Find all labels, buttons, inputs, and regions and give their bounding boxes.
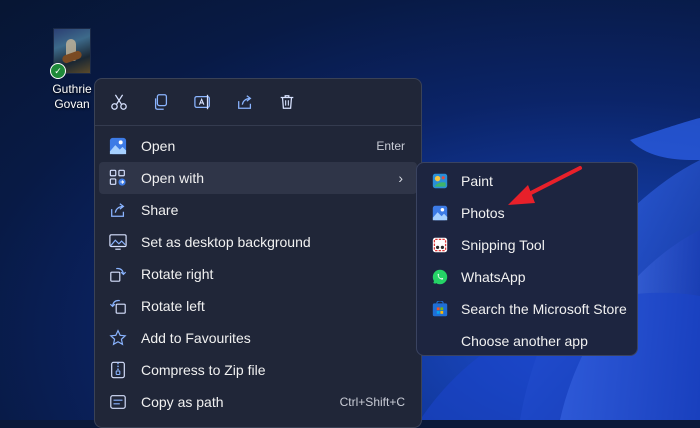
submenu-item-label: WhatsApp xyxy=(461,269,526,285)
menu-item-label: Rotate right xyxy=(141,266,214,282)
menu-item-copy-as-path[interactable]: Copy as path Ctrl+Shift+C xyxy=(99,386,417,418)
delete-button[interactable] xyxy=(275,90,299,114)
file-name-label: Guthrie Govan xyxy=(52,82,92,111)
menu-item-shortcut: Ctrl+Shift+C xyxy=(339,395,405,409)
submenu-item-whatsapp[interactable]: WhatsApp xyxy=(417,261,637,293)
menu-item-open-with[interactable]: Open with › xyxy=(99,162,417,194)
chevron-right-icon: › xyxy=(398,170,403,186)
rotate-left-icon xyxy=(109,299,126,314)
menu-item-label: Set as desktop background xyxy=(141,234,311,250)
menu-item-label: Open with xyxy=(141,170,205,186)
menu-item-label: Add to Favourites xyxy=(141,330,251,346)
open-with-submenu: Paint Photos Snipping Tool WhatsApp Sear… xyxy=(416,162,638,356)
context-menu-items: Open Enter Open with › Share Set as desk… xyxy=(95,126,421,418)
submenu-item-label: Paint xyxy=(461,173,493,189)
desktop-background-icon xyxy=(109,234,127,250)
delete-icon xyxy=(280,95,294,109)
menu-item-rotate-left[interactable]: Rotate left xyxy=(99,290,417,322)
share-button[interactable] xyxy=(233,90,257,114)
menu-item-label: Rotate left xyxy=(141,298,205,314)
cut-icon xyxy=(111,94,127,110)
image-thumbnail: ✓ xyxy=(50,28,91,79)
rotate-right-icon xyxy=(110,267,127,282)
submenu-item-photos[interactable]: Photos xyxy=(417,197,637,229)
zip-icon xyxy=(111,361,125,379)
menu-item-shortcut: Enter xyxy=(376,139,405,153)
copy-button[interactable] xyxy=(149,90,173,114)
submenu-item-label: Choose another app xyxy=(461,333,588,349)
submenu-item-choose-another-app[interactable]: Choose another app xyxy=(417,325,637,357)
menu-item-share[interactable]: Share xyxy=(99,194,417,226)
menu-item-label: Share xyxy=(141,202,179,218)
rename-icon xyxy=(194,94,210,110)
menu-item-add-to-favourites[interactable]: Add to Favourites xyxy=(99,322,417,354)
sync-status-check-icon: ✓ xyxy=(50,63,66,79)
cut-button[interactable] xyxy=(107,90,131,114)
submenu-item-label: Photos xyxy=(461,205,505,221)
menu-item-label: Copy as path xyxy=(141,394,224,410)
photos-app-icon xyxy=(432,205,448,221)
context-menu: Open Enter Open with › Share Set as desk… xyxy=(94,78,422,428)
copy-path-icon xyxy=(110,395,126,409)
submenu-item-search-microsoft-store[interactable]: Search the Microsoft Store xyxy=(417,293,637,325)
menu-item-label: Compress to Zip file xyxy=(141,362,266,378)
share-icon xyxy=(238,95,252,109)
desktop-file-icon[interactable]: ✓ Guthrie Govan xyxy=(48,28,96,112)
rename-button[interactable] xyxy=(191,90,215,114)
menu-item-compress-to-zip[interactable]: Compress to Zip file xyxy=(99,354,417,386)
submenu-item-label: Search the Microsoft Store xyxy=(461,301,627,317)
menu-item-open[interactable]: Open Enter xyxy=(99,130,417,162)
menu-item-rotate-right[interactable]: Rotate right xyxy=(99,258,417,290)
star-icon xyxy=(109,329,127,346)
microsoft-store-icon xyxy=(432,301,448,317)
snipping-tool-icon xyxy=(432,237,448,253)
copy-icon xyxy=(154,94,168,110)
menu-item-label: Open xyxy=(141,138,176,154)
submenu-item-paint[interactable]: Paint xyxy=(417,165,637,197)
whatsapp-icon xyxy=(432,269,448,285)
context-menu-toolbar xyxy=(95,79,421,126)
open-with-icon xyxy=(109,169,126,186)
menu-item-set-desktop-background[interactable]: Set as desktop background xyxy=(99,226,417,258)
share-icon xyxy=(111,203,125,217)
paint-icon xyxy=(432,173,448,189)
submenu-item-snipping-tool[interactable]: Snipping Tool xyxy=(417,229,637,261)
submenu-item-label: Snipping Tool xyxy=(461,237,545,253)
photos-app-icon xyxy=(109,137,127,155)
